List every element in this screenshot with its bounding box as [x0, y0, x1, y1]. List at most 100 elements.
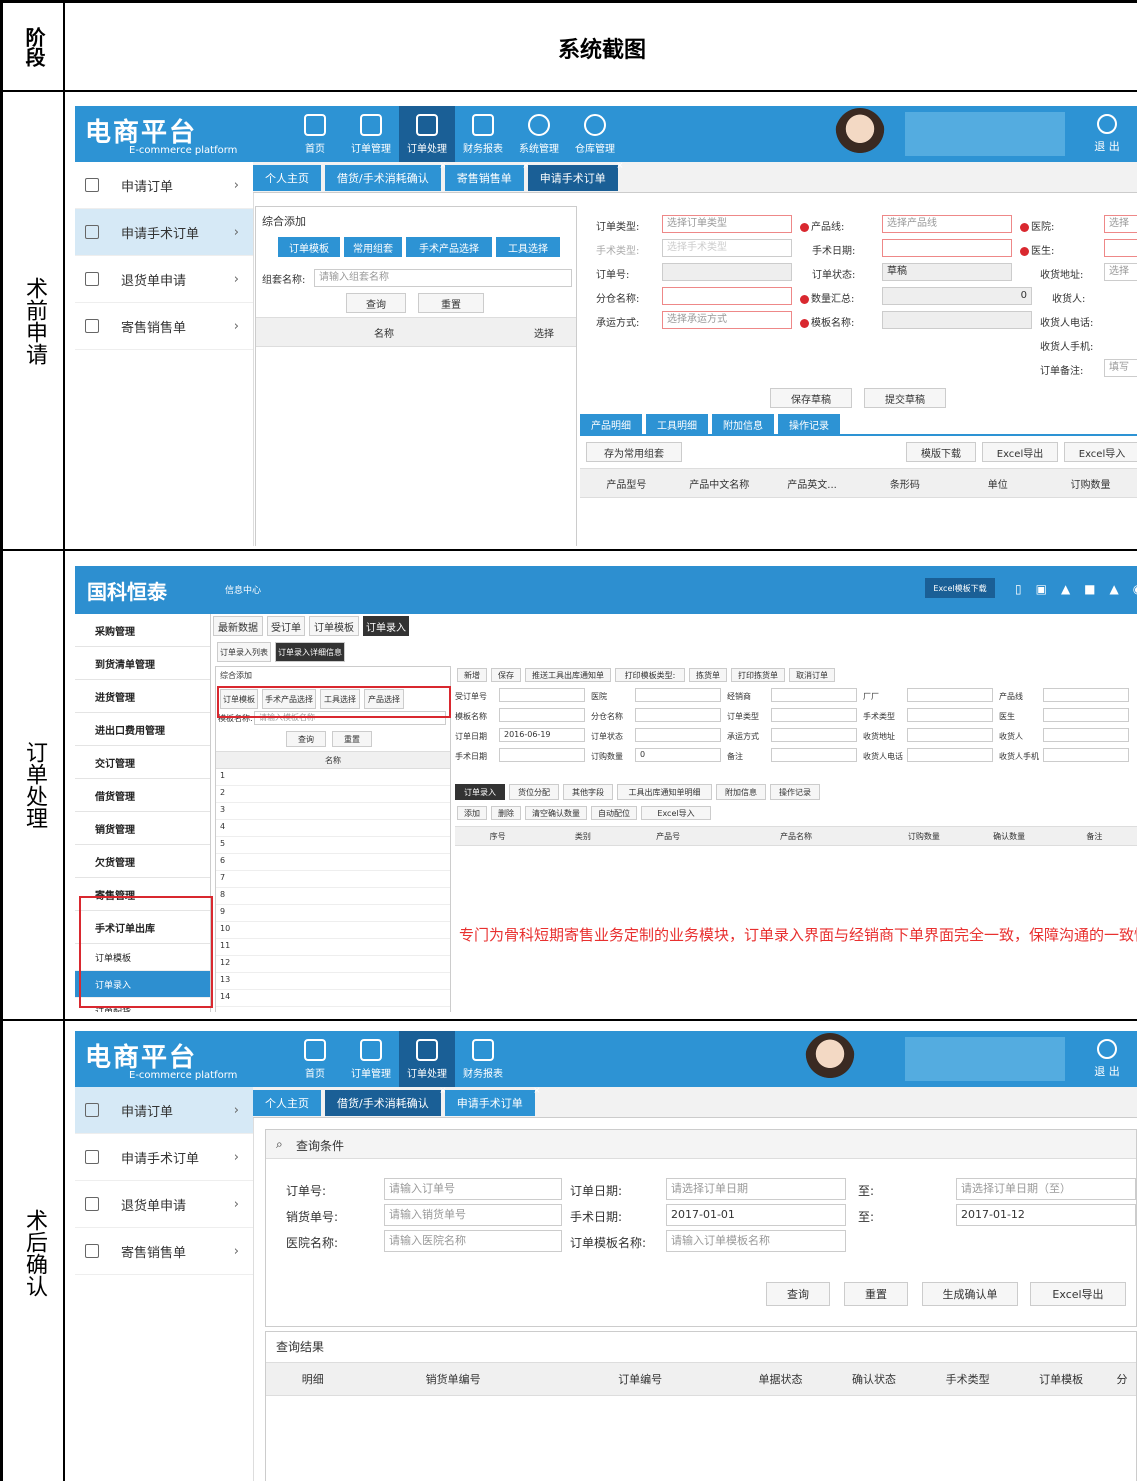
bottom-tab[interactable]: 订单录入 [455, 784, 505, 800]
submit-draft-button[interactable]: 提交草稿 [864, 388, 946, 408]
template-input[interactable]: 请输入订单模板名称 [666, 1230, 846, 1252]
toolbar-icons[interactable]: ▯▣▲■▲◉ [1015, 582, 1137, 596]
excel-template-button[interactable]: Excel模板下载 [925, 578, 995, 598]
sidebar-item-apply-order[interactable]: 申请订单 › [75, 1087, 253, 1134]
sidebar-item-surgery-order[interactable]: 申请手术订单 › [75, 209, 253, 256]
field-input[interactable] [1043, 748, 1129, 762]
tab-order-entry[interactable]: 订单录入 [363, 616, 409, 636]
tab-received-order[interactable]: 受订单 [267, 616, 305, 636]
toolbar-button[interactable]: 拣货单 [689, 668, 727, 682]
nav-order-process[interactable]: 订单处理 [399, 1031, 455, 1087]
ship-select[interactable]: 选择承运方式 [662, 311, 792, 329]
toolbar-button[interactable]: 推送工具出库通知单 [525, 668, 611, 682]
tab-home[interactable]: 个人主页 [253, 165, 321, 191]
query-button[interactable]: 查询 [286, 731, 326, 747]
list-item[interactable]: 6 [216, 854, 450, 871]
field-input[interactable] [1043, 728, 1129, 742]
exit-button[interactable]: 退 出 [1077, 1031, 1137, 1087]
list-item[interactable]: 7 [216, 871, 450, 888]
sidebar-item-apply-order[interactable]: 申请订单 › [75, 162, 253, 209]
list-item[interactable]: 4 [216, 820, 450, 837]
nav-info-center[interactable]: 信息中心 [225, 583, 261, 596]
nav-finance[interactable]: 财务报表 [455, 1031, 511, 1087]
list-item[interactable]: 1 [216, 769, 450, 786]
surgery-date-input[interactable] [882, 239, 1012, 257]
sidebar-item-surgery-order[interactable]: 申请手术订单 › [75, 1134, 253, 1181]
sidebar-item-consign[interactable]: 寄售销售单 › [75, 303, 253, 350]
save-common-button[interactable]: 存为常用组套 [586, 442, 682, 462]
exit-button[interactable]: 退 出 [1077, 106, 1137, 162]
sidebar-item[interactable]: 到货清单管理 [75, 647, 210, 680]
order-date-input[interactable]: 请选择订单日期 [666, 1178, 846, 1200]
order-no-input[interactable]: 请输入订单号 [384, 1178, 562, 1200]
tab-surgery-order[interactable]: 申请手术订单 × [444, 1086, 541, 1116]
product-line-select[interactable]: 选择产品线 [882, 215, 1012, 233]
field-input[interactable] [907, 708, 993, 722]
nav-orders[interactable]: 订单管理 [343, 106, 399, 162]
list-item[interactable]: 13 [216, 973, 450, 990]
tab-consign[interactable]: 寄售销售单 × [444, 161, 530, 191]
nav-home[interactable]: 首页 [287, 1031, 343, 1087]
list-item[interactable]: 14 [216, 990, 450, 1007]
toolbar-button[interactable]: 打印模板类型: [615, 668, 685, 682]
tab-borrow[interactable]: 借货/手术消耗确认 × [325, 161, 447, 191]
tab-home[interactable]: 个人主页 [253, 1090, 321, 1116]
toolbar-button[interactable]: 新增 [457, 668, 487, 682]
list-item[interactable]: 8 [216, 888, 450, 905]
sidebar-item-consign[interactable]: 寄售销售单 › [75, 1228, 253, 1275]
list-item[interactable]: 10 [216, 922, 450, 939]
bottom-tab[interactable]: 操作记录 [770, 784, 820, 800]
bottom-tab[interactable]: 其他字段 [563, 784, 613, 800]
toolbar-button[interactable]: 保存 [491, 668, 521, 682]
reset-button[interactable]: 重置 [844, 1282, 908, 1306]
tab-borrow[interactable]: 借货/手术消耗确认 × [325, 1086, 447, 1116]
nav-finance[interactable]: 财务报表 [455, 106, 511, 162]
field-input[interactable]: 2016-06-19 [499, 728, 585, 742]
template-download-button[interactable]: 模版下载 [906, 442, 976, 462]
tab-latest[interactable]: 最新数据 [213, 616, 263, 636]
tab-op-log[interactable]: 操作记录 [778, 414, 840, 434]
tab-tool-select[interactable]: 工具选择 [496, 237, 560, 257]
sidebar-item[interactable]: 进货管理 [75, 680, 210, 713]
op-button[interactable]: 添加 [457, 806, 487, 820]
sidebar-item[interactable]: 欠货管理 [75, 845, 210, 878]
field-input[interactable] [635, 728, 721, 742]
sidebar-item[interactable]: 销货管理 [75, 812, 210, 845]
reset-button[interactable]: 重置 [332, 731, 372, 747]
nav-orders[interactable]: 订单管理 [343, 1031, 399, 1087]
tab-common-set[interactable]: 常用组套 [344, 237, 402, 257]
list-item[interactable]: 11 [216, 939, 450, 956]
sidebar-item[interactable]: 进出口费用管理 [75, 713, 210, 746]
remark-input[interactable]: 填写 [1104, 359, 1137, 377]
sidebar-item[interactable]: 采购管理 [75, 614, 210, 647]
list-item[interactable]: 9 [216, 905, 450, 922]
doctor-input[interactable] [1104, 239, 1137, 257]
field-input[interactable] [907, 728, 993, 742]
sale-no-input[interactable]: 请输入销货单号 [384, 1204, 562, 1226]
field-input[interactable] [1043, 688, 1129, 702]
field-input[interactable]: 0 [635, 748, 721, 762]
surgery-type-select[interactable]: 选择手术类型 [662, 239, 792, 257]
op-button[interactable]: 清空确认数量 [525, 806, 587, 820]
warehouse-input[interactable] [662, 287, 792, 305]
excel-import-button[interactable]: Excel导入 [1064, 442, 1137, 462]
field-input[interactable] [635, 688, 721, 702]
list-item[interactable]: 12 [216, 956, 450, 973]
subtab-list[interactable]: 订单录入列表 [217, 642, 271, 662]
field-input[interactable] [907, 748, 993, 762]
op-button[interactable]: 自动配位 [591, 806, 637, 820]
op-button[interactable]: 删除 [491, 806, 521, 820]
field-input[interactable] [1043, 708, 1129, 722]
reset-button[interactable]: 重置 [418, 293, 484, 313]
field-input[interactable] [499, 748, 585, 762]
close-icon[interactable]: × [616, 161, 624, 171]
nav-home[interactable]: 首页 [287, 106, 343, 162]
nav-order-process[interactable]: 订单处理 [399, 106, 455, 162]
field-input[interactable] [771, 708, 857, 722]
bottom-tab[interactable]: 附加信息 [716, 784, 766, 800]
save-draft-button[interactable]: 保存草稿 [770, 388, 852, 408]
hospital-input[interactable]: 请输入医院名称 [384, 1230, 562, 1252]
tab-product-detail[interactable]: 产品明细 [580, 414, 642, 434]
list-item[interactable]: 3 [216, 803, 450, 820]
field-input[interactable] [635, 708, 721, 722]
